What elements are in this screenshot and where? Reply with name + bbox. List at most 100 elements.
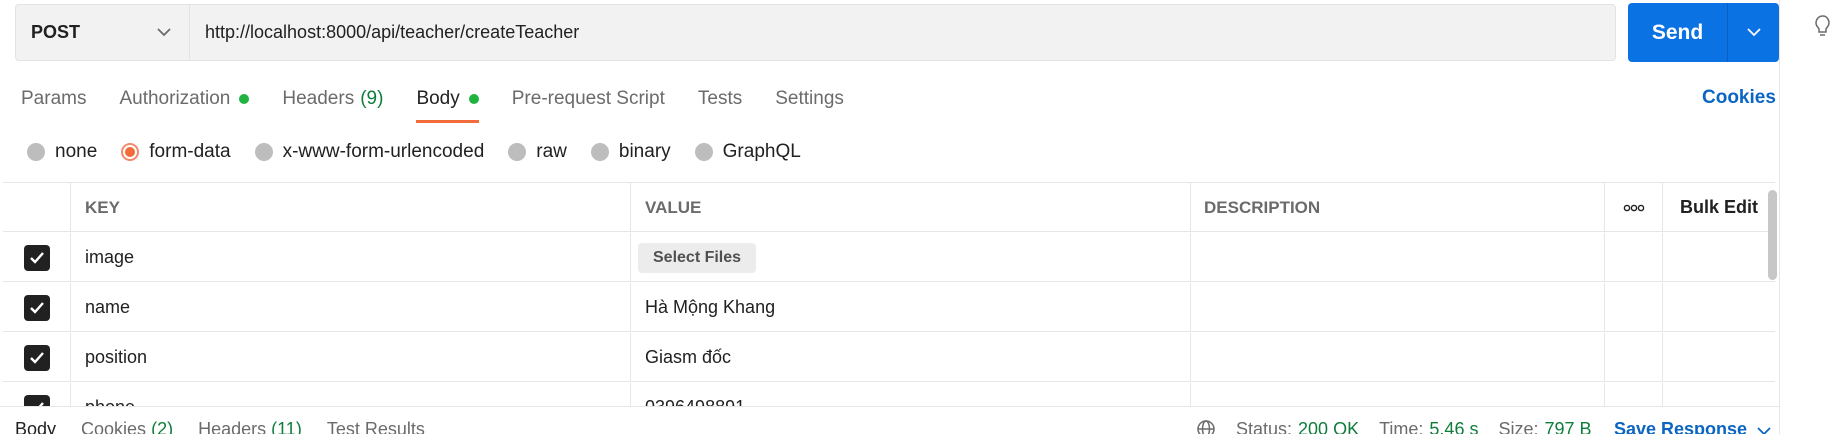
body-type-raw[interactable]: raw	[508, 141, 567, 163]
value-cell[interactable]: Hà Mộng Khang	[631, 283, 1191, 332]
lightbulb-icon[interactable]	[1814, 14, 1833, 38]
value-text: Giasm đốc	[645, 347, 732, 367]
key-text: position	[85, 347, 148, 367]
radio-label: raw	[536, 141, 567, 162]
key-cell[interactable]: phone	[71, 383, 631, 407]
chevron-down-icon	[1746, 28, 1761, 37]
size-value[interactable]: 797 B	[1545, 419, 1592, 434]
body-type-x-www-form-urlencoded[interactable]: x-www-form-urlencoded	[254, 141, 485, 163]
body-type-graphql[interactable]: GraphQL	[694, 141, 801, 163]
response-tab-label: Test Results	[326, 419, 425, 434]
radio-icon[interactable]	[508, 143, 527, 161]
row-checkbox[interactable]	[23, 344, 50, 371]
radio-label: form-data	[149, 141, 231, 162]
table-row: name Hà Mộng Khang	[3, 283, 1775, 332]
time-label: Time:	[1379, 419, 1424, 434]
key-text: image	[85, 247, 135, 267]
send-options-button[interactable]	[1728, 3, 1779, 62]
tab-authorization[interactable]: Authorization	[119, 84, 250, 114]
table-header: KEY VALUE DESCRIPTION Bulk Edit	[3, 183, 1775, 232]
description-cell[interactable]	[1191, 283, 1605, 332]
radio-label: x-www-form-urlencoded	[282, 141, 485, 162]
description-cell[interactable]	[1191, 233, 1605, 282]
tab-label: Tests	[697, 88, 743, 109]
radio-label: none	[55, 141, 98, 162]
value-text: Hà Mộng Khang	[645, 297, 776, 317]
status-label: Status:	[1236, 419, 1293, 434]
radio-label: GraphQL	[722, 141, 801, 162]
radio-label: binary	[618, 141, 671, 162]
select-files-button[interactable]: Select Files	[638, 242, 757, 273]
response-tab-body[interactable]: Body	[15, 419, 56, 434]
row-checkbox[interactable]	[23, 294, 50, 321]
chevron-down-icon	[1757, 427, 1771, 434]
value-cell[interactable]: Select Files	[631, 233, 1191, 282]
description-column-header: DESCRIPTION	[1191, 183, 1605, 232]
description-cell[interactable]	[1191, 383, 1605, 407]
more-options-button[interactable]	[1605, 183, 1663, 232]
tab-headers[interactable]: Headers (9)	[282, 84, 383, 114]
url-text: http://localhost:8000/api/teacher/create…	[205, 22, 580, 42]
response-tab-cookies[interactable]: Cookies (2)	[81, 419, 173, 434]
request-tabs: Params Authorization Headers (9) Body Pre-req…	[21, 84, 877, 124]
description-cell[interactable]	[1191, 333, 1605, 382]
tab-body[interactable]: Body	[416, 84, 480, 123]
radio-icon[interactable]	[121, 143, 140, 161]
response-bar: Body Cookies (2) Headers (11) Test Results …	[0, 406, 1779, 434]
radio-icon[interactable]	[27, 143, 45, 161]
value-column-header: VALUE	[631, 183, 1191, 232]
response-tab-label: Headers	[198, 419, 267, 434]
value-cell[interactable]: 0396498891	[631, 383, 1191, 407]
cookies-link[interactable]: Cookies	[1702, 87, 1776, 109]
radio-icon[interactable]	[254, 143, 273, 161]
key-cell[interactable]: name	[71, 283, 631, 332]
size-label: Size:	[1498, 419, 1539, 434]
value-cell[interactable]: Giasm đốc	[631, 333, 1191, 382]
response-tab-count: (11)	[271, 419, 302, 434]
time-value[interactable]: 5.46 s	[1429, 419, 1478, 434]
bulk-edit-button[interactable]: Bulk Edit	[1663, 183, 1775, 232]
response-tab-label: Body	[15, 419, 57, 434]
radio-icon[interactable]	[590, 143, 609, 161]
tab-tests[interactable]: Tests	[698, 84, 742, 114]
tab-label: Headers	[282, 88, 355, 109]
save-response-button[interactable]: Save Response	[1614, 419, 1771, 434]
status-value[interactable]: 200 OK	[1298, 419, 1359, 434]
globe-icon[interactable]	[1196, 419, 1216, 434]
table-row: image Select Files	[3, 233, 1775, 282]
radio-icon[interactable]	[694, 143, 713, 161]
tab-params[interactable]: Params	[21, 84, 86, 114]
send-button[interactable]: Send	[1628, 3, 1728, 62]
body-type-none[interactable]: none	[27, 141, 97, 163]
body-type-binary[interactable]: binary	[590, 141, 671, 163]
key-text: name	[85, 297, 131, 317]
response-tab-label: Cookies	[81, 419, 147, 434]
method-select[interactable]: POST	[15, 4, 189, 61]
tab-settings[interactable]: Settings	[775, 84, 844, 114]
row-checkbox[interactable]	[23, 244, 50, 271]
status-dot-icon	[239, 94, 250, 104]
status-dot-icon	[468, 94, 479, 104]
tab-label: Settings	[775, 88, 844, 109]
form-data-table: KEY VALUE DESCRIPTION Bulk Edit image Sel…	[3, 182, 1775, 407]
save-response-label: Save Response	[1614, 419, 1748, 434]
key-column-header: KEY	[71, 183, 631, 232]
check-icon	[29, 252, 44, 264]
table-row: position Giasm đốc	[3, 333, 1775, 382]
response-tab-headers[interactable]: Headers (11)	[198, 419, 302, 434]
chevron-down-icon	[157, 28, 171, 37]
key-cell[interactable]: image	[71, 233, 631, 282]
scrollbar-thumb[interactable]	[1768, 190, 1777, 280]
tab-pre-request-script[interactable]: Pre-request Script	[512, 84, 665, 114]
response-tab-count: (2)	[151, 419, 174, 434]
response-meta: Status: 200 OK Time: 5.46 s Size: 797 B	[1196, 419, 1612, 434]
response-tab-test-results[interactable]: Test Results	[327, 419, 425, 434]
tab-count: (9)	[360, 88, 384, 109]
tab-label: Authorization	[119, 88, 231, 109]
body-type-radios: none form-data x-www-form-urlencoded raw bin…	[27, 141, 825, 163]
key-cell[interactable]: position	[71, 333, 631, 382]
body-type-form-data[interactable]: form-data	[121, 141, 231, 163]
url-input[interactable]: http://localhost:8000/api/teacher/create…	[189, 4, 1616, 61]
tab-label: Body	[416, 88, 460, 109]
tab-label: Pre-request Script	[511, 88, 665, 109]
